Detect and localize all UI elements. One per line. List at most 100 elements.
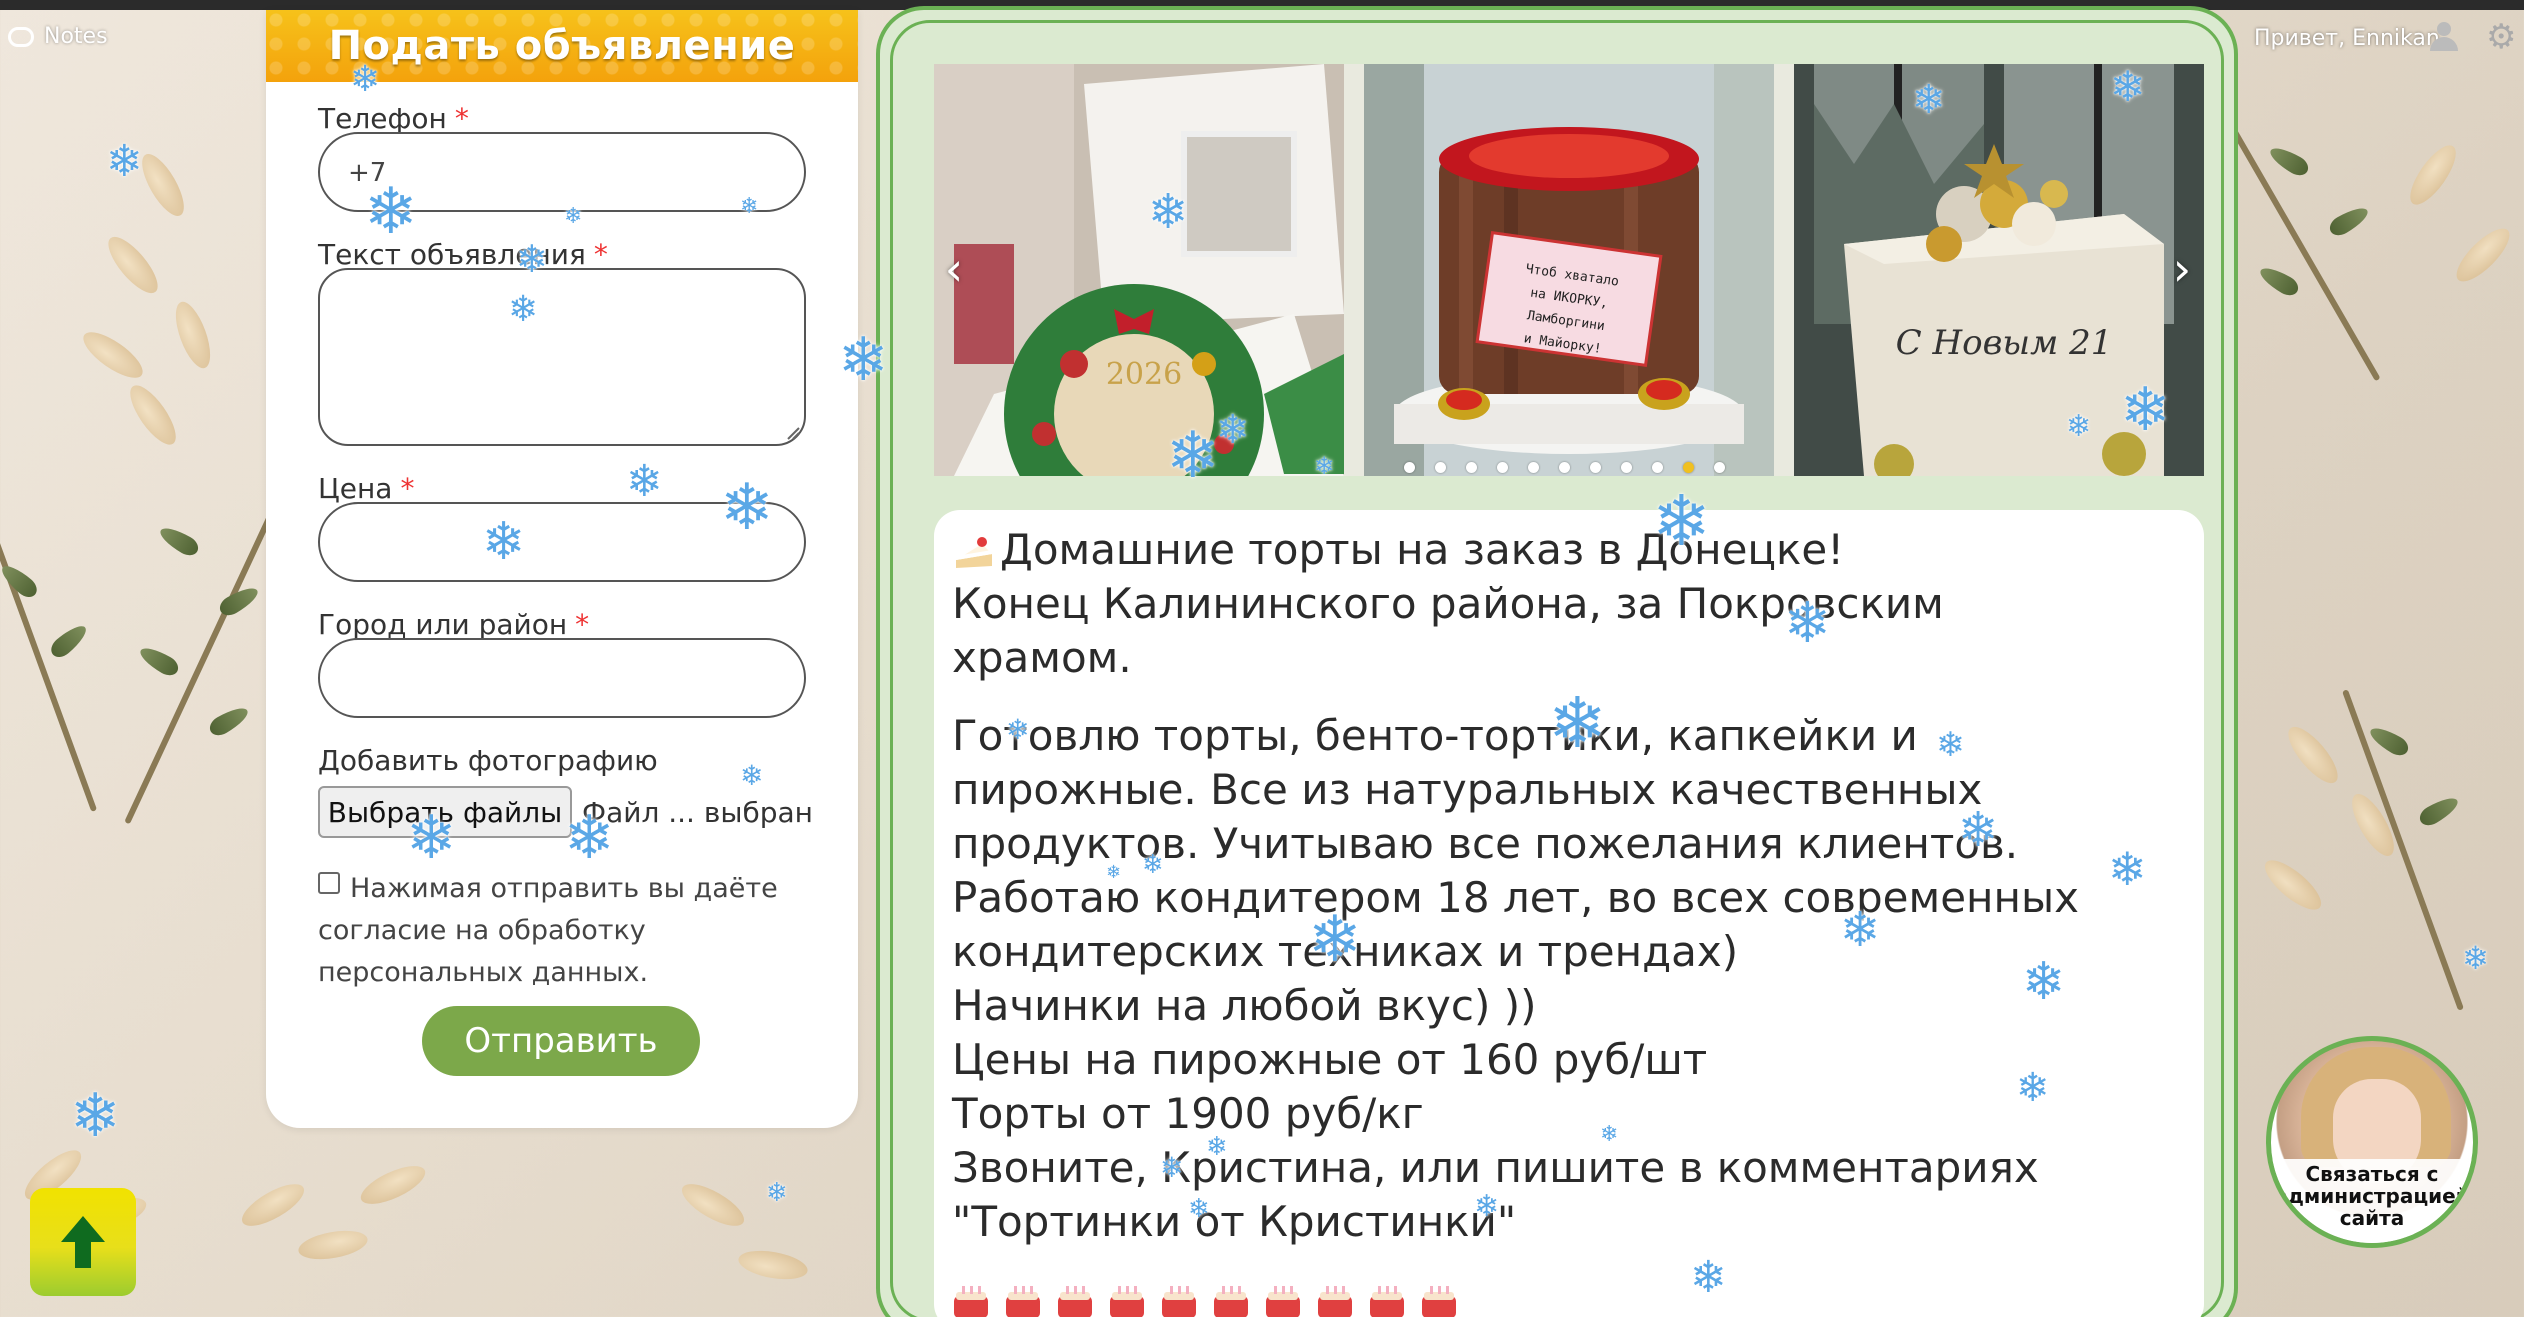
carousel-photo-1[interactable]: 2026	[934, 64, 1344, 476]
carousel-dots	[1404, 462, 1725, 473]
birthday-cake-icon	[1110, 1284, 1144, 1317]
snowflake-icon: ❄	[364, 175, 418, 249]
snowflake-icon: ❄	[1216, 407, 1250, 453]
notes-link[interactable]: Notes	[8, 24, 108, 49]
snowflake-icon: ❄	[1840, 902, 1881, 958]
snowflake-icon: ❄	[2120, 375, 2171, 445]
user-greeting[interactable]: Привет, Ennikan	[2254, 26, 2440, 51]
snowflake-icon: ❄	[1006, 713, 1030, 746]
snowflake-icon: ❄	[2066, 409, 2092, 444]
birthday-cake-icon	[954, 1284, 988, 1317]
snowflake-icon: ❄	[350, 59, 381, 100]
snowflake-icon: ❄	[838, 325, 889, 395]
snowflake-icon: ❄	[1314, 452, 1335, 480]
birthday-cake-icon	[1058, 1284, 1092, 1317]
carousel-dot[interactable]	[1404, 462, 1415, 473]
birthday-cake-icon	[1422, 1284, 1456, 1317]
carousel-dot[interactable]	[1435, 462, 1446, 473]
carousel-dot[interactable]	[1683, 462, 1694, 473]
snowflake-icon: ❄	[1912, 77, 1946, 123]
photo-label: Добавить фотографию	[318, 744, 658, 777]
price-label: Цена *	[318, 472, 415, 505]
consent-text: Нажимая отправить вы даёте согласие на о…	[318, 873, 778, 988]
carousel-dot[interactable]	[1652, 462, 1663, 473]
snowflake-icon: ❄	[406, 803, 457, 873]
snowflake-icon: ❄	[564, 803, 615, 873]
contact-admin-label: Связаться с администрацией сайта	[2271, 1159, 2473, 1243]
snowflake-icon: ❄	[508, 289, 539, 330]
form-title: Подать объявление	[328, 23, 796, 69]
snowflake-icon: ❄	[1188, 1194, 1210, 1224]
snowflake-icon: ❄	[1936, 725, 1965, 765]
contact-admin-widget[interactable]: Связаться с администрацией сайта	[2266, 1036, 2478, 1248]
chat-bubble-icon	[8, 26, 34, 47]
snowflake-icon: ❄	[1784, 591, 1831, 656]
snowflake-icon: ❄	[1148, 184, 1189, 240]
snowflake-icon: ❄	[516, 237, 548, 281]
snowflake-icon: ❄	[2108, 842, 2147, 896]
carousel-dot[interactable]	[1528, 462, 1539, 473]
birthday-cake-emoji-row	[954, 1284, 1456, 1317]
snowflake-icon: ❄	[2110, 62, 2146, 111]
snowflake-icon: ❄	[1690, 1252, 1727, 1303]
snowflake-icon: ❄	[740, 759, 764, 792]
text-label: Текст объявления *	[318, 238, 608, 271]
carousel-dot[interactable]	[1466, 462, 1477, 473]
carousel-dot[interactable]	[1621, 462, 1632, 473]
cake-slice-icon	[952, 528, 996, 568]
snowflake-icon: ❄	[1206, 1132, 1228, 1162]
city-input[interactable]	[318, 638, 806, 718]
post-body-9: Звоните, Кристина, или пишите в коммента…	[952, 1143, 2039, 1192]
snowflake-icon: ❄	[1652, 480, 1711, 562]
snowflake-icon: ❄	[1958, 802, 1999, 858]
post-body-6: Начинки на любой вкус) ))	[952, 981, 1537, 1030]
user-profile-icon[interactable]	[2430, 22, 2458, 52]
phone-label: Телефон *	[318, 102, 469, 135]
carousel-dot[interactable]	[1714, 462, 1725, 473]
ad-text-area[interactable]	[318, 268, 806, 446]
snowflake-icon: ❄	[1474, 1189, 1500, 1224]
photo-3-caption: С Новым 21	[1896, 323, 2113, 363]
birthday-cake-icon	[1370, 1284, 1404, 1317]
snowflake-icon: ❄	[2016, 1065, 2050, 1111]
snowflake-icon: ❄	[1106, 862, 1122, 883]
notes-label: Notes	[44, 24, 108, 49]
snowflake-icon: ❄	[626, 456, 663, 507]
carousel-next-button[interactable]: ›	[2162, 242, 2202, 296]
snowflake-icon: ❄	[106, 136, 143, 187]
post-body-7: Цены на пирожные от 160 руб/шт	[952, 1035, 1708, 1084]
scroll-to-top-button[interactable]	[30, 1188, 136, 1296]
snowflake-icon: ❄	[1548, 682, 1607, 764]
gear-icon[interactable]: ⚙	[2486, 20, 2520, 54]
snowflake-icon: ❄	[1166, 419, 1220, 493]
file-status: Файл ... выбран	[582, 796, 813, 829]
snowflake-icon: ❄	[720, 471, 774, 545]
snowflake-icon: ❄	[70, 1081, 121, 1151]
snowflake-icon: ❄	[2022, 952, 2066, 1012]
carousel-dot[interactable]	[1559, 462, 1570, 473]
carousel-dot[interactable]	[1590, 462, 1601, 473]
birthday-cake-icon	[1162, 1284, 1196, 1317]
post-body-2: пирожные. Все из натуральных качественны…	[952, 765, 1983, 814]
post-body-10: "Тортинки от Кристинки"	[952, 1197, 1517, 1246]
snowflake-icon: ❄	[1308, 903, 1362, 977]
birthday-cake-icon	[1006, 1284, 1040, 1317]
carousel-prev-button[interactable]: ‹	[934, 242, 974, 296]
birthday-cake-icon	[1266, 1284, 1300, 1317]
snowflake-icon: ❄	[766, 1178, 788, 1208]
photo-1-caption: 2026	[1106, 357, 1182, 392]
snowflake-icon: ❄	[2462, 939, 2489, 977]
snowflake-icon: ❄	[1600, 1122, 1619, 1147]
birthday-cake-icon	[1318, 1284, 1352, 1317]
snowflake-icon: ❄	[482, 512, 526, 572]
submit-button[interactable]: Отправить	[422, 1006, 700, 1076]
carousel-dot[interactable]	[1497, 462, 1508, 473]
birthday-cake-icon	[1214, 1284, 1248, 1317]
photo-carousel[interactable]: 2026 Чтоб хватало на ИКОРКУ, Ламборгини …	[934, 64, 2204, 476]
ad-form-panel: Подать объявление Телефон * +7 Текст объя…	[266, 10, 858, 1128]
city-label: Город или район *	[318, 608, 590, 641]
post-location-2: храмом.	[952, 633, 1132, 682]
snowflake-icon: ❄	[740, 194, 759, 219]
post-text-card: Домашние торты на заказ в Донецке! Конец…	[934, 510, 2204, 1317]
carousel-photo-2[interactable]: Чтоб хватало на ИКОРКУ, Ламборгини и Май…	[1364, 64, 1774, 476]
